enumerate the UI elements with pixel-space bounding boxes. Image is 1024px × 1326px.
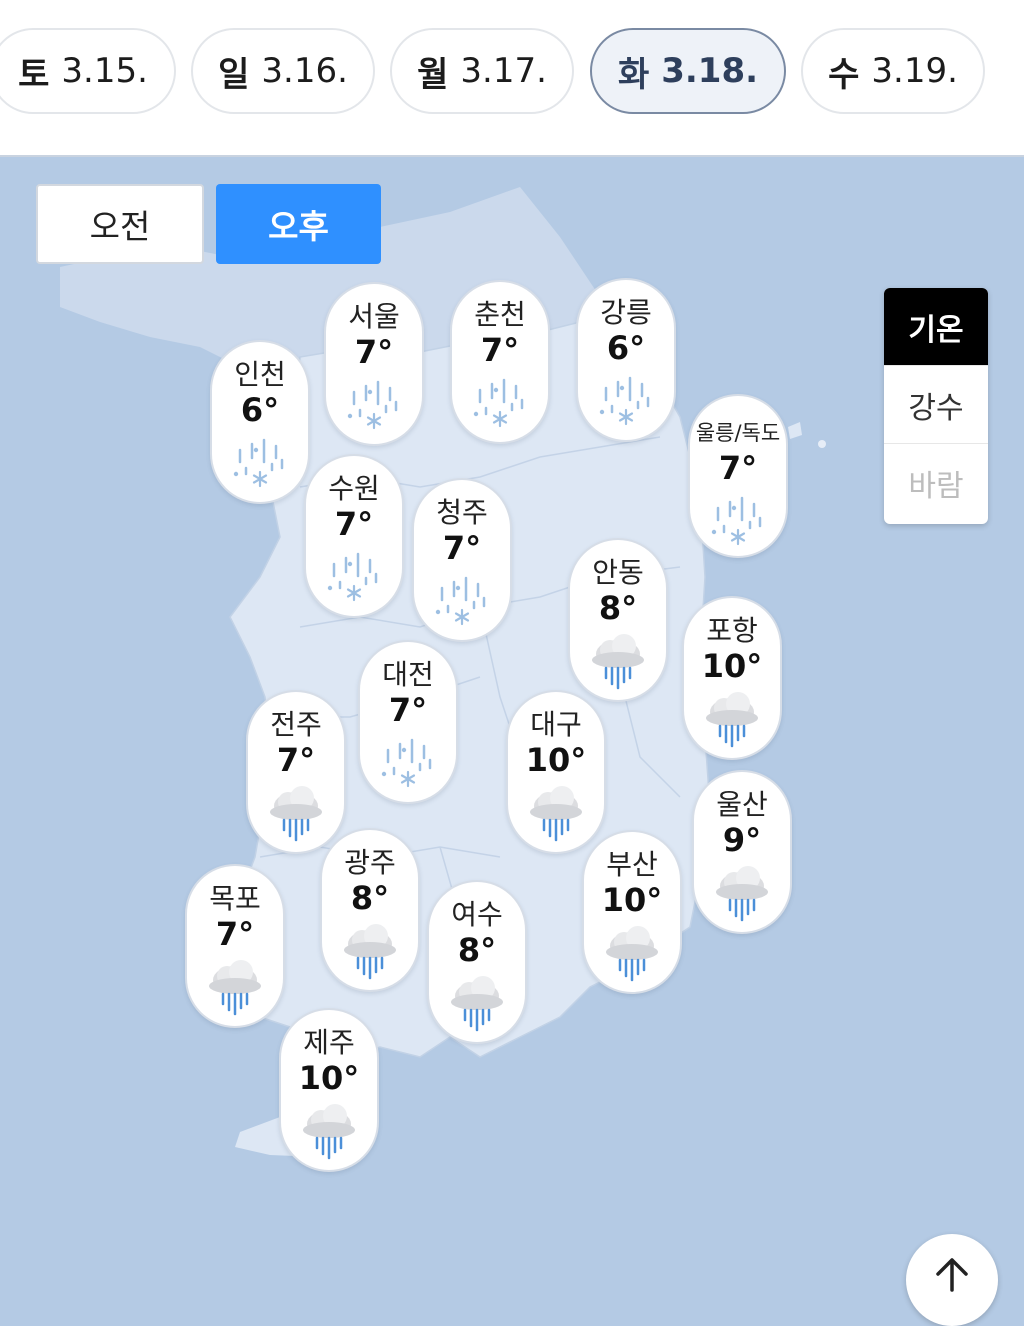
arrow-up-icon bbox=[936, 1258, 968, 1292]
city-marker-ulsan[interactable]: 울산 9° bbox=[692, 770, 792, 934]
city-temp: 7° bbox=[718, 449, 758, 487]
city-marker-andong[interactable]: 안동 8° bbox=[568, 538, 668, 702]
city-name: 강릉 bbox=[600, 296, 652, 329]
date-tab-date: 3.16. bbox=[261, 51, 348, 91]
city-temp: 10° bbox=[525, 741, 587, 779]
city-name: 제주 bbox=[303, 1026, 355, 1059]
rain-cloud-icon bbox=[205, 960, 265, 1016]
city-temp: 7° bbox=[334, 505, 374, 543]
city-temp: 9° bbox=[722, 821, 762, 859]
city-marker-cheongju[interactable]: 청주 7° bbox=[412, 478, 512, 642]
city-temp: 6° bbox=[606, 329, 646, 367]
rain-cloud-icon bbox=[340, 924, 400, 980]
city-temp: 7° bbox=[480, 331, 520, 369]
city-marker-daejeon[interactable]: 대전 7° bbox=[358, 640, 458, 804]
city-marker-daegu[interactable]: 대구 10° bbox=[506, 690, 606, 854]
city-marker-yeosu[interactable]: 여수 8° bbox=[427, 880, 527, 1044]
rain-cloud-icon bbox=[588, 634, 648, 690]
date-tab-0[interactable]: 토 3.15. bbox=[0, 28, 176, 114]
sleet-icon bbox=[324, 550, 384, 606]
date-tab-date: 3.18. bbox=[661, 51, 759, 91]
city-name: 인천 bbox=[234, 358, 286, 391]
layer-temperature-button[interactable]: 기온 bbox=[884, 288, 988, 366]
city-temp: 7° bbox=[276, 741, 316, 779]
city-name: 광주 bbox=[344, 846, 396, 879]
city-marker-gangneung[interactable]: 강릉 6° bbox=[576, 278, 676, 442]
city-temp: 6° bbox=[240, 391, 280, 429]
sleet-icon bbox=[470, 376, 530, 432]
rain-cloud-icon bbox=[526, 786, 586, 842]
map-ulleung-island bbox=[788, 422, 802, 439]
city-temp: 8° bbox=[350, 879, 390, 917]
city-marker-jeonju[interactable]: 전주 7° bbox=[246, 690, 346, 854]
date-tab-weekday: 토 bbox=[18, 54, 50, 95]
city-name: 대전 bbox=[382, 658, 434, 691]
city-name: 수원 bbox=[328, 472, 380, 505]
city-name: 울릉/독도 bbox=[695, 421, 781, 445]
city-name: 춘천 bbox=[474, 298, 526, 331]
city-name: 서울 bbox=[348, 300, 400, 333]
city-name: 울산 bbox=[716, 788, 768, 821]
sleet-icon bbox=[708, 494, 768, 550]
layer-wind-button[interactable]: 바람 bbox=[884, 444, 988, 522]
city-temp: 10° bbox=[701, 647, 763, 685]
date-tab-weekday: 화 bbox=[617, 54, 650, 95]
city-marker-jeju[interactable]: 제주 10° bbox=[279, 1008, 379, 1172]
pm-toggle-button[interactable]: 오후 bbox=[216, 184, 381, 264]
city-name: 안동 bbox=[592, 556, 644, 589]
rain-cloud-icon bbox=[266, 786, 326, 842]
city-temp: 8° bbox=[457, 931, 497, 969]
city-temp: 7° bbox=[354, 333, 394, 371]
city-temp: 7° bbox=[388, 691, 428, 729]
city-marker-gwangju[interactable]: 광주 8° bbox=[320, 828, 420, 992]
city-name: 포항 bbox=[706, 614, 758, 647]
date-tab-weekday: 일 bbox=[218, 54, 250, 95]
sleet-icon bbox=[378, 736, 438, 792]
date-tab-date: 3.17. bbox=[460, 51, 547, 91]
city-marker-suwon[interactable]: 수원 7° bbox=[304, 454, 404, 618]
sleet-icon bbox=[230, 436, 290, 492]
date-tab-weekday: 월 bbox=[417, 54, 449, 95]
am-toggle-button[interactable]: 오전 bbox=[36, 184, 204, 264]
rain-cloud-icon bbox=[299, 1104, 359, 1160]
city-name: 목포 bbox=[209, 882, 261, 915]
date-tab-date: 3.19. bbox=[871, 51, 958, 91]
city-name: 대구 bbox=[530, 708, 582, 741]
city-temp: 10° bbox=[601, 881, 663, 919]
map-dokdo-island bbox=[818, 440, 826, 448]
city-marker-ulleung-dokdo[interactable]: 울릉/독도 7° bbox=[688, 394, 788, 558]
sleet-icon bbox=[596, 374, 656, 430]
city-name: 여수 bbox=[451, 898, 503, 931]
city-name: 청주 bbox=[436, 496, 488, 529]
city-temp: 7° bbox=[442, 529, 482, 567]
city-temp: 10° bbox=[298, 1059, 360, 1097]
city-marker-pohang[interactable]: 포항 10° bbox=[682, 596, 782, 760]
city-marker-chuncheon[interactable]: 춘천 7° bbox=[450, 280, 550, 444]
layer-precipitation-button[interactable]: 강수 bbox=[884, 366, 988, 444]
date-tab-1[interactable]: 일 3.16. bbox=[191, 28, 375, 114]
rain-cloud-icon bbox=[712, 866, 772, 922]
scroll-to-top-button[interactable] bbox=[906, 1234, 998, 1326]
city-marker-busan[interactable]: 부산 10° bbox=[582, 830, 682, 994]
date-tab-date: 3.15. bbox=[61, 51, 148, 91]
city-marker-incheon[interactable]: 인천 6° bbox=[210, 340, 310, 504]
city-marker-mokpo[interactable]: 목포 7° bbox=[185, 864, 285, 1028]
sleet-icon bbox=[344, 378, 404, 434]
layer-selector: 기온 강수 바람 bbox=[884, 288, 988, 524]
city-name: 전주 bbox=[270, 708, 322, 741]
date-tab-3[interactable]: 화 3.18. bbox=[590, 28, 786, 114]
city-marker-seoul[interactable]: 서울 7° bbox=[324, 282, 424, 446]
city-temp: 7° bbox=[215, 915, 255, 953]
city-temp: 8° bbox=[598, 589, 638, 627]
date-selector: 토 3.15. 일 3.16. 월 3.17. 화 3.18. 수 3.19. bbox=[0, 0, 1024, 157]
date-tab-2[interactable]: 월 3.17. bbox=[390, 28, 574, 114]
date-tab-4[interactable]: 수 3.19. bbox=[801, 28, 985, 114]
sleet-icon bbox=[432, 574, 492, 630]
rain-cloud-icon bbox=[447, 976, 507, 1032]
date-tab-weekday: 수 bbox=[828, 54, 860, 95]
city-name: 부산 bbox=[606, 848, 658, 881]
rain-cloud-icon bbox=[602, 926, 662, 982]
rain-cloud-icon bbox=[702, 692, 762, 748]
